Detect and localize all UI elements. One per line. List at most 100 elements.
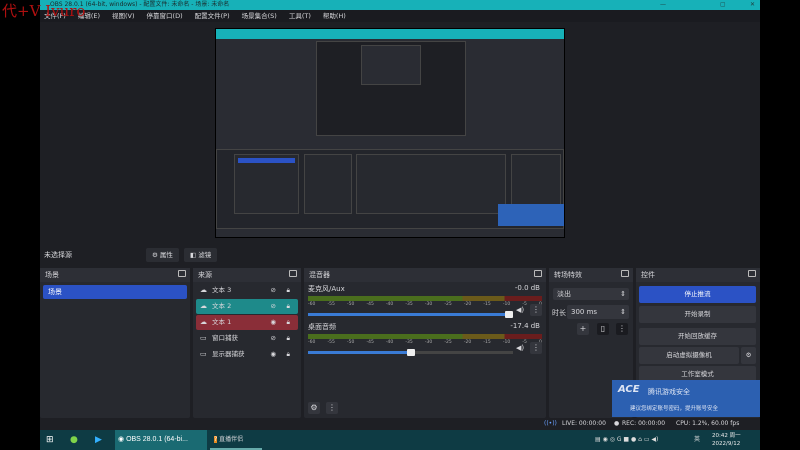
undock-icon[interactable]	[621, 270, 629, 277]
app-icon[interactable]: ●	[70, 430, 78, 450]
properties-button[interactable]: ⚙ 属性	[146, 248, 179, 262]
close-button[interactable]: ✕	[750, 0, 755, 10]
volume-slider[interactable]	[308, 311, 513, 318]
taskbar: ⊞ ● ▶ ◉ OBS 28.0.1 (64-bi... ? 直播伴侣 ▤ ◉ …	[40, 430, 760, 450]
start-recording-button[interactable]: 开始录制	[639, 306, 756, 323]
clock[interactable]: 20:42 周一 2022/9/12	[712, 432, 741, 448]
start-replay-buffer-button[interactable]: 开始回放缓存	[639, 328, 756, 345]
obs-window: OBS 28.0.1 (64-bit, windows) - 配置文件: 未命名…	[40, 0, 760, 430]
menu-profile[interactable]: 配置文件(P)	[195, 10, 230, 22]
add-transition-button[interactable]: +	[577, 323, 589, 335]
text-icon: ☁	[200, 302, 207, 310]
undock-icon[interactable]	[748, 270, 756, 277]
eye-icon[interactable]: ◉	[270, 315, 276, 330]
transition-select[interactable]: 淡出 ⇕	[553, 288, 629, 300]
volume-slider[interactable]	[308, 349, 513, 356]
scenes-title: 场景	[45, 271, 59, 279]
text-icon: ☁	[200, 318, 207, 326]
menu-scene-collection[interactable]: 场景集合(S)	[242, 10, 277, 22]
source-toolbar: 未选择源 ⚙ 属性 ◧ 滤镜	[40, 246, 760, 264]
maximize-button[interactable]: ▢	[720, 0, 726, 10]
menu-docks[interactable]: 停靠窗口(D)	[147, 10, 183, 22]
spinner-icon: ⇕	[620, 308, 626, 316]
sources-title: 来源	[198, 271, 212, 279]
eye-slash-icon[interactable]: ⊘	[271, 331, 276, 346]
window-icon: ▭	[200, 334, 207, 342]
source-item[interactable]: ▭ 窗口捕获 ⊘ 🔒︎	[196, 331, 298, 346]
eye-slash-icon[interactable]: ⊘	[271, 299, 276, 314]
preview-canvas[interactable]	[215, 28, 565, 238]
mixer-menu-button[interactable]: ⋮	[326, 402, 338, 414]
advanced-audio-button[interactable]: ⚙	[308, 402, 320, 414]
meter-tick: -15	[483, 302, 491, 307]
source-item[interactable]: ☁ 文本 1 ◉ 🔒︎	[196, 315, 298, 330]
duration-value: 300 ms	[571, 308, 598, 316]
meter-tick: -40	[385, 340, 394, 345]
menu-help[interactable]: 帮助(H)	[323, 10, 346, 22]
rec-timer: REC: 00:00:00	[622, 420, 666, 427]
undock-icon[interactable]	[178, 270, 186, 277]
scene-item[interactable]: 场景	[43, 285, 187, 299]
notification-toast[interactable]: ACE 腾讯游戏安全 建议您绑定账号密码，提升账号安全	[612, 380, 760, 417]
taskbar-live-companion[interactable]: ? 直播伴侣	[210, 430, 262, 450]
meter-tick: -55	[327, 340, 335, 345]
controls-header: 控件	[636, 268, 760, 282]
taskbar-obs[interactable]: ◉ OBS 28.0.1 (64-bi...	[115, 430, 207, 450]
unlock-icon[interactable]: 🔒︎	[287, 299, 290, 314]
sources-dock: 来源 ☁ 文本 3 ⊘ 🔒︎ ☁ 文本 2 ⊘ 🔒︎ ☁ 文本 1 ◉ 🔒︎ ▭ 窗口捕获 ⊘ 🔒︎ ▭ 显示器捕…	[193, 268, 301, 418]
scenes-dock: 场景 场景	[40, 268, 190, 418]
gear-icon: ⚙	[152, 251, 158, 259]
companion-icon: ?	[214, 436, 218, 443]
source-name: 显示器捕获	[212, 350, 245, 358]
sources-header: 来源	[193, 268, 301, 282]
start-virtual-camera-button[interactable]: 启动虚拟摄像机	[639, 347, 739, 364]
virtual-camera-settings-button[interactable]: ⚙	[741, 347, 756, 364]
minimize-button[interactable]: —	[660, 0, 666, 10]
duration-input[interactable]: 300 ms ⇕	[567, 305, 629, 319]
undock-icon[interactable]	[534, 270, 542, 277]
status-bar: ((•)) LIVE: 00:00:00 ● REC: 00:00:00 CPU…	[40, 418, 760, 430]
unlock-icon[interactable]: 🔒︎	[287, 347, 290, 362]
meter-tick: -35	[405, 302, 413, 307]
meter-tick: -40	[385, 302, 394, 307]
gear-icon: ⚙	[745, 351, 752, 359]
remove-transition-button[interactable]: ▯	[597, 323, 609, 335]
more-icon: ⋮	[618, 324, 626, 333]
lock-icon[interactable]: 🔒︎	[287, 331, 290, 346]
meter-tick: -45	[366, 302, 374, 307]
channel-menu-button[interactable]: ⋮	[530, 304, 542, 316]
mixer-channel: 桌面音频 -17.4 dB -60 -55 -50 -45 -40 -35 -30 -25 -20…	[304, 320, 546, 358]
source-item[interactable]: ▭ 显示器捕获 ◉ 🔒︎	[196, 347, 298, 362]
meter-tick: -30	[424, 302, 433, 307]
meter-tick: -50	[346, 302, 355, 307]
tray-icons[interactable]: ▤ ◉ ◎ G ■ ● ⌂ ▭ ◀)	[595, 430, 658, 450]
transitions-title: 转场特效	[554, 271, 582, 279]
video-player-icon[interactable]: ▶	[95, 430, 102, 450]
controls-title: 控件	[641, 271, 655, 279]
unlock-icon[interactable]: 🔒︎	[287, 283, 290, 298]
channel-menu-button[interactable]: ⋮	[530, 342, 542, 354]
toast-title: 腾讯游戏安全	[648, 388, 690, 396]
windows-start-icon[interactable]: ⊞	[46, 430, 54, 450]
transitions-header: 转场特效	[549, 268, 633, 282]
clock-time: 20:42 周一	[712, 433, 741, 439]
menu-tools[interactable]: 工具(T)	[289, 10, 311, 22]
source-item[interactable]: ☁ 文本 2 ⊘ 🔒︎	[196, 299, 298, 314]
ime-indicator[interactable]: 英	[694, 430, 700, 450]
speaker-icon[interactable]: ◀)	[516, 344, 524, 352]
slider-handle[interactable]	[505, 311, 513, 318]
eye-icon[interactable]: ◉	[270, 347, 276, 362]
speaker-icon[interactable]: ◀)	[516, 306, 524, 314]
watermark: 代+V Ivuro	[2, 2, 86, 20]
undock-icon[interactable]	[289, 270, 297, 277]
filters-button[interactable]: ◧ 滤镜	[184, 248, 218, 262]
stop-streaming-button[interactable]: 停止推流	[639, 286, 756, 303]
lock-icon[interactable]: 🔒︎	[287, 315, 290, 330]
transition-menu-button[interactable]: ⋮	[616, 323, 628, 335]
source-item[interactable]: ☁ 文本 3 ⊘ 🔒︎	[196, 283, 298, 298]
source-name: 窗口捕获	[212, 334, 238, 342]
eye-slash-icon[interactable]: ⊘	[271, 283, 276, 298]
live-timer: LIVE: 00:00:00	[562, 420, 606, 427]
slider-handle[interactable]	[406, 349, 415, 356]
menu-view[interactable]: 视图(V)	[112, 10, 135, 22]
